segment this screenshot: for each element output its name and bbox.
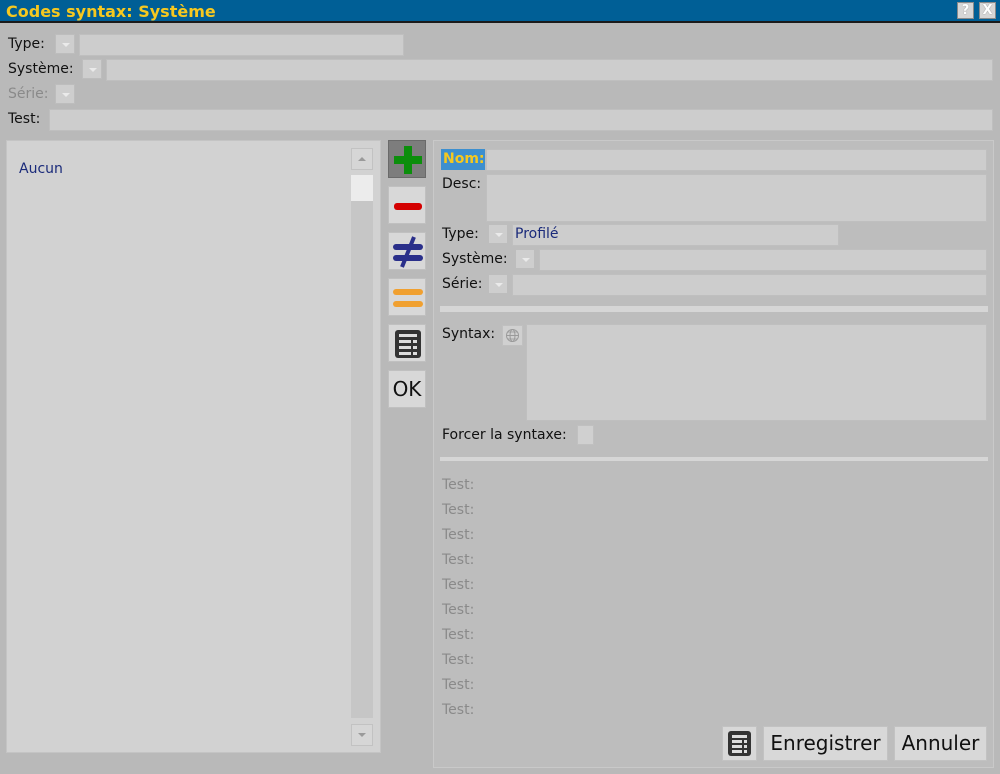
globe-icon [506,329,519,342]
desc-textarea[interactable] [486,174,987,222]
filter-type-dropdown[interactable] [55,34,75,54]
window-title: Codes syntax: Système [6,2,216,21]
systeme-label: Système: [442,251,508,267]
test-result-label: Test: [442,602,475,618]
list-item[interactable]: Aucun [19,161,63,177]
filter-test-input[interactable] [49,109,993,131]
test-result-label: Test: [442,652,475,668]
table-footer-button[interactable] [722,726,757,761]
systeme-dropdown[interactable] [515,249,535,269]
filter-systeme-label: Système: [8,61,74,77]
filter-systeme-dropdown[interactable] [82,59,102,79]
test-result-label: Test: [442,502,475,518]
table-icon [728,731,751,756]
test-result-label: Test: [442,552,475,568]
table-icon [395,330,421,358]
ok-button[interactable]: OK [388,370,426,408]
equal-icon [393,289,423,307]
type-field[interactable]: Profilé [512,224,839,246]
filter-serie-dropdown[interactable] [55,84,75,104]
help-button[interactable]: ? [957,2,974,19]
test-result-label: Test: [442,702,475,718]
forcer-syntaxe-checkbox[interactable] [577,425,594,445]
syntax-label: Syntax: [442,326,496,342]
list-scrollbar[interactable] [351,175,373,718]
type-label: Type: [442,226,479,242]
test-result-label: Test: [442,677,475,693]
filter-systeme-field[interactable] [106,59,993,81]
test-result-label: Test: [442,627,475,643]
save-button[interactable]: Enregistrer [763,726,888,761]
close-button[interactable]: X [979,2,996,19]
cancel-button[interactable]: Annuler [894,726,987,761]
add-button[interactable] [388,140,426,178]
filter-type-field[interactable] [79,34,404,56]
filter-serie-label: Série: [8,86,49,102]
serie-field[interactable] [512,274,987,296]
type-dropdown[interactable] [488,224,508,244]
serie-label: Série: [442,276,483,292]
desc-label: Desc: [442,176,482,192]
minus-icon [394,203,422,210]
scroll-thumb[interactable] [351,175,373,201]
codes-list-panel: Aucun [6,140,381,753]
test-result-label: Test: [442,577,475,593]
type-value: Profilé [515,226,559,242]
syntax-textarea[interactable] [526,324,987,421]
plus-icon [394,146,422,174]
test-result-label: Test: [442,527,475,543]
syntax-globe-button[interactable] [502,325,523,346]
filter-type-label: Type: [8,36,45,52]
section-divider [440,306,988,312]
scroll-up-button[interactable] [351,148,373,170]
window-titlebar: Codes syntax: Système ? X [0,0,1000,23]
forcer-syntaxe-label: Forcer la syntaxe: [442,427,567,443]
equal-button[interactable] [388,278,426,316]
not-equal-button[interactable] [388,232,426,270]
not-equal-icon [393,236,423,268]
table-view-button[interactable] [388,324,426,362]
systeme-field[interactable] [539,249,987,271]
filter-test-label: Test: [8,111,41,127]
section-divider [440,457,988,461]
serie-dropdown[interactable] [488,274,508,294]
nom-input[interactable] [486,149,987,171]
test-result-label: Test: [442,477,475,493]
scroll-down-button[interactable] [351,724,373,746]
nom-label: Nom: [441,149,485,170]
remove-button[interactable] [388,186,426,224]
